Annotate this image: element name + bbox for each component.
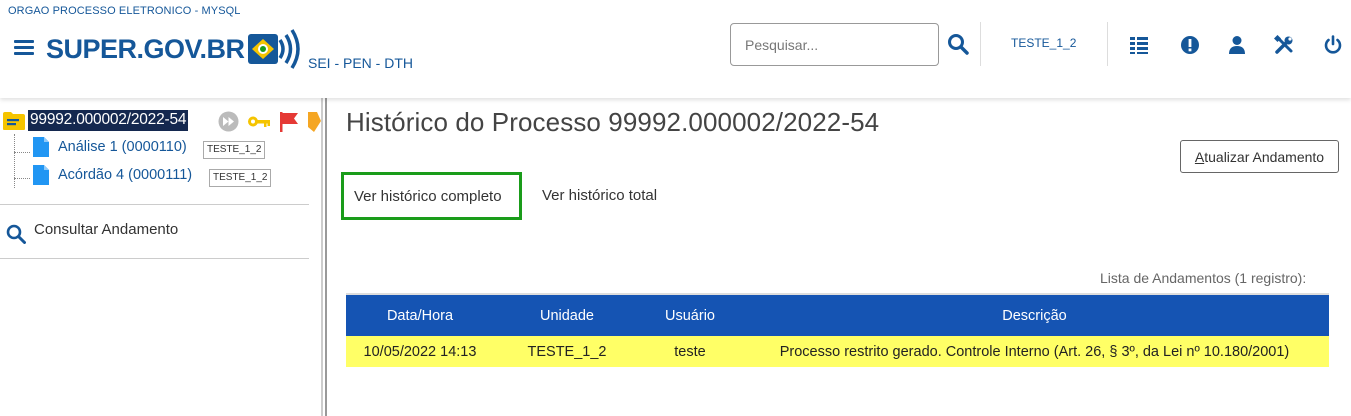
column-header-unit: Unidade <box>539 307 594 324</box>
logo-text: SUPER.GOV.BR <box>46 34 245 64</box>
control-list-icon[interactable] <box>1129 35 1149 55</box>
tab-complete-history[interactable]: Ver histórico completo <box>341 172 522 220</box>
tree-connector <box>14 152 30 153</box>
search-input[interactable] <box>730 23 939 66</box>
progress-table: Data/Hora Unidade Usuário Descrição 10/0… <box>346 293 1329 367</box>
alert-icon[interactable] <box>1180 35 1200 55</box>
divider <box>0 258 309 259</box>
logo[interactable]: SUPER.GOV.BR <box>46 24 302 74</box>
cell-description: Processo restrito gerado. Controle Inter… <box>779 343 1290 360</box>
column-header-user: Usuário <box>665 307 715 324</box>
divider <box>0 204 309 205</box>
top-bar: ORGAO PROCESSO ELETRONICO - MYSQL SUPER.… <box>0 0 1351 98</box>
system-name: SEI - PEN - DTH <box>308 55 414 71</box>
logo-mark-icon <box>248 29 300 69</box>
refresh-button-accesskey: A <box>1194 148 1205 165</box>
document-unit-badge: TESTE_1_2 <box>209 169 272 187</box>
power-icon[interactable] <box>1323 35 1343 55</box>
unit-selector[interactable]: TESTE_1_2 <box>1011 36 1076 50</box>
fast-forward-icon[interactable] <box>218 111 239 132</box>
column-header-datetime: Data/Hora <box>386 307 454 324</box>
search-icon <box>6 224 26 244</box>
consult-progress-link[interactable]: Consultar Andamento <box>0 216 309 244</box>
search-icon[interactable] <box>947 33 969 55</box>
key-icon[interactable] <box>247 111 271 132</box>
cell-user: teste <box>674 343 706 360</box>
panel-resize-handle[interactable] <box>321 98 327 416</box>
refresh-button-label: tualizar Andamento <box>1204 148 1325 165</box>
org-name: ORGAO PROCESSO ELETRONICO - MYSQL <box>8 5 241 17</box>
process-number[interactable]: 99992.000002/2022-54 <box>28 110 189 131</box>
column-header-description: Descrição <box>1002 307 1067 324</box>
document-icon <box>33 165 49 185</box>
tag-icon[interactable] <box>306 111 321 133</box>
user-icon[interactable] <box>1227 35 1247 55</box>
tab-total-history[interactable]: Ver histórico total <box>542 187 657 204</box>
document-icon <box>33 137 49 157</box>
document-unit-badge: TESTE_1_2 <box>203 141 266 159</box>
divider <box>1107 22 1108 66</box>
menu-icon[interactable] <box>14 40 34 58</box>
consult-progress-label: Consultar Andamento <box>34 221 179 238</box>
flag-icon[interactable] <box>278 111 300 133</box>
folder-icon[interactable] <box>2 111 26 131</box>
refresh-progress-button[interactable]: Atualizar Andamento <box>1180 140 1339 173</box>
document-link[interactable]: Acórdão 4 (0000111) <box>58 167 192 183</box>
tools-icon[interactable] <box>1274 35 1294 55</box>
tree-connector <box>14 178 30 179</box>
table-caption: Lista de Andamentos (1 registro): <box>1100 270 1307 286</box>
table-row: 10/05/2022 14:13 TESTE_1_2 teste Process… <box>346 336 1329 367</box>
page-title: Histórico do Processo 99992.000002/2022-… <box>346 107 880 137</box>
tree-connector <box>14 134 15 188</box>
table-header-row: Data/Hora Unidade Usuário Descrição <box>346 294 1329 336</box>
cell-unit: TESTE_1_2 <box>527 343 607 360</box>
cell-datetime: 10/05/2022 14:13 <box>363 343 477 360</box>
document-link[interactable]: Análise 1 (0000110) <box>58 139 187 155</box>
divider <box>980 22 981 66</box>
process-tree-panel: 99992.000002/2022-54 Análise 1 (0000110)… <box>0 98 321 416</box>
tree-root-node: 99992.000002/2022-54 <box>0 108 321 132</box>
